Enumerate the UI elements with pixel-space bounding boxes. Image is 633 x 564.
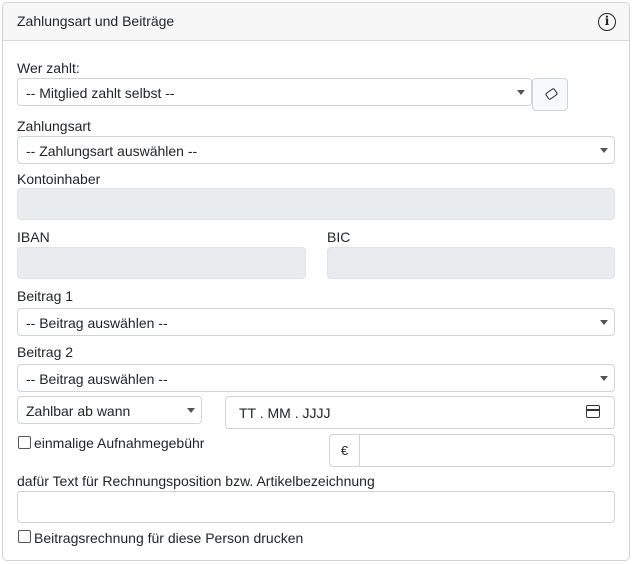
zahlbar-select[interactable]: Zahlbar ab wann	[17, 396, 202, 424]
card-title: Zahlungsart und Beiträge	[17, 13, 175, 29]
drucken-checkbox[interactable]	[18, 530, 31, 543]
bic-label: BIC	[327, 229, 351, 245]
wer-zahlt-select[interactable]: -- Mitglied zahlt selbst --	[17, 78, 532, 106]
beitrag2-value: -- Beitrag auswählen --	[26, 371, 168, 387]
iban-input[interactable]	[17, 247, 306, 279]
zahlungsart-label: Zahlungsart	[17, 118, 91, 134]
chevron-down-icon	[600, 320, 608, 325]
beitrag1-label: Beitrag 1	[17, 288, 74, 304]
wer-zahlt-label: Wer zahlt:	[17, 60, 80, 76]
beitrag2-label: Beitrag 2	[17, 344, 74, 360]
beitrag2-select[interactable]: -- Beitrag auswählen --	[17, 364, 615, 392]
aufnahme-amount-input[interactable]	[359, 434, 615, 467]
zahlungsart-value: -- Zahlungsart auswählen --	[26, 143, 198, 159]
date-input[interactable]: TT . MM . JJJJ	[225, 396, 615, 429]
text-position-label: dafür Text für Rechnungsposition bzw. Ar…	[17, 473, 375, 489]
euro-addon: €	[329, 434, 360, 467]
clear-payer-button[interactable]	[532, 78, 568, 111]
text-position-input[interactable]	[17, 491, 615, 523]
card-header: Zahlungsart und Beiträge i	[3, 3, 629, 41]
zahlungsart-select[interactable]: -- Zahlungsart auswählen --	[17, 136, 615, 164]
bic-input[interactable]	[327, 247, 615, 279]
iban-label: IBAN	[17, 229, 50, 245]
aufnahme-label: einmalige Aufnahmegebühr	[34, 435, 205, 451]
kontoinhaber-label: Kontoinhaber	[17, 171, 101, 187]
payment-card: Zahlungsart und Beiträge i Wer zahlt: --…	[2, 2, 630, 561]
beitrag1-value: -- Beitrag auswählen --	[26, 315, 168, 331]
kontoinhaber-input[interactable]	[17, 188, 615, 220]
beitrag1-select[interactable]: -- Beitrag auswählen --	[17, 308, 615, 336]
wer-zahlt-value: -- Mitglied zahlt selbst --	[26, 85, 175, 101]
date-placeholder: TT . MM . JJJJ	[239, 405, 331, 421]
aufnahme-checkbox[interactable]	[18, 436, 31, 449]
zahlbar-value: Zahlbar ab wann	[26, 403, 131, 419]
drucken-label: Beitragsrechnung für diese Person drucke…	[34, 530, 304, 546]
info-icon[interactable]: i	[598, 13, 616, 31]
eraser-icon	[544, 87, 559, 101]
chevron-down-icon	[600, 376, 608, 381]
chevron-down-icon	[517, 90, 525, 95]
chevron-down-icon	[187, 408, 195, 413]
calendar-icon[interactable]	[586, 405, 600, 418]
chevron-down-icon	[600, 148, 608, 153]
